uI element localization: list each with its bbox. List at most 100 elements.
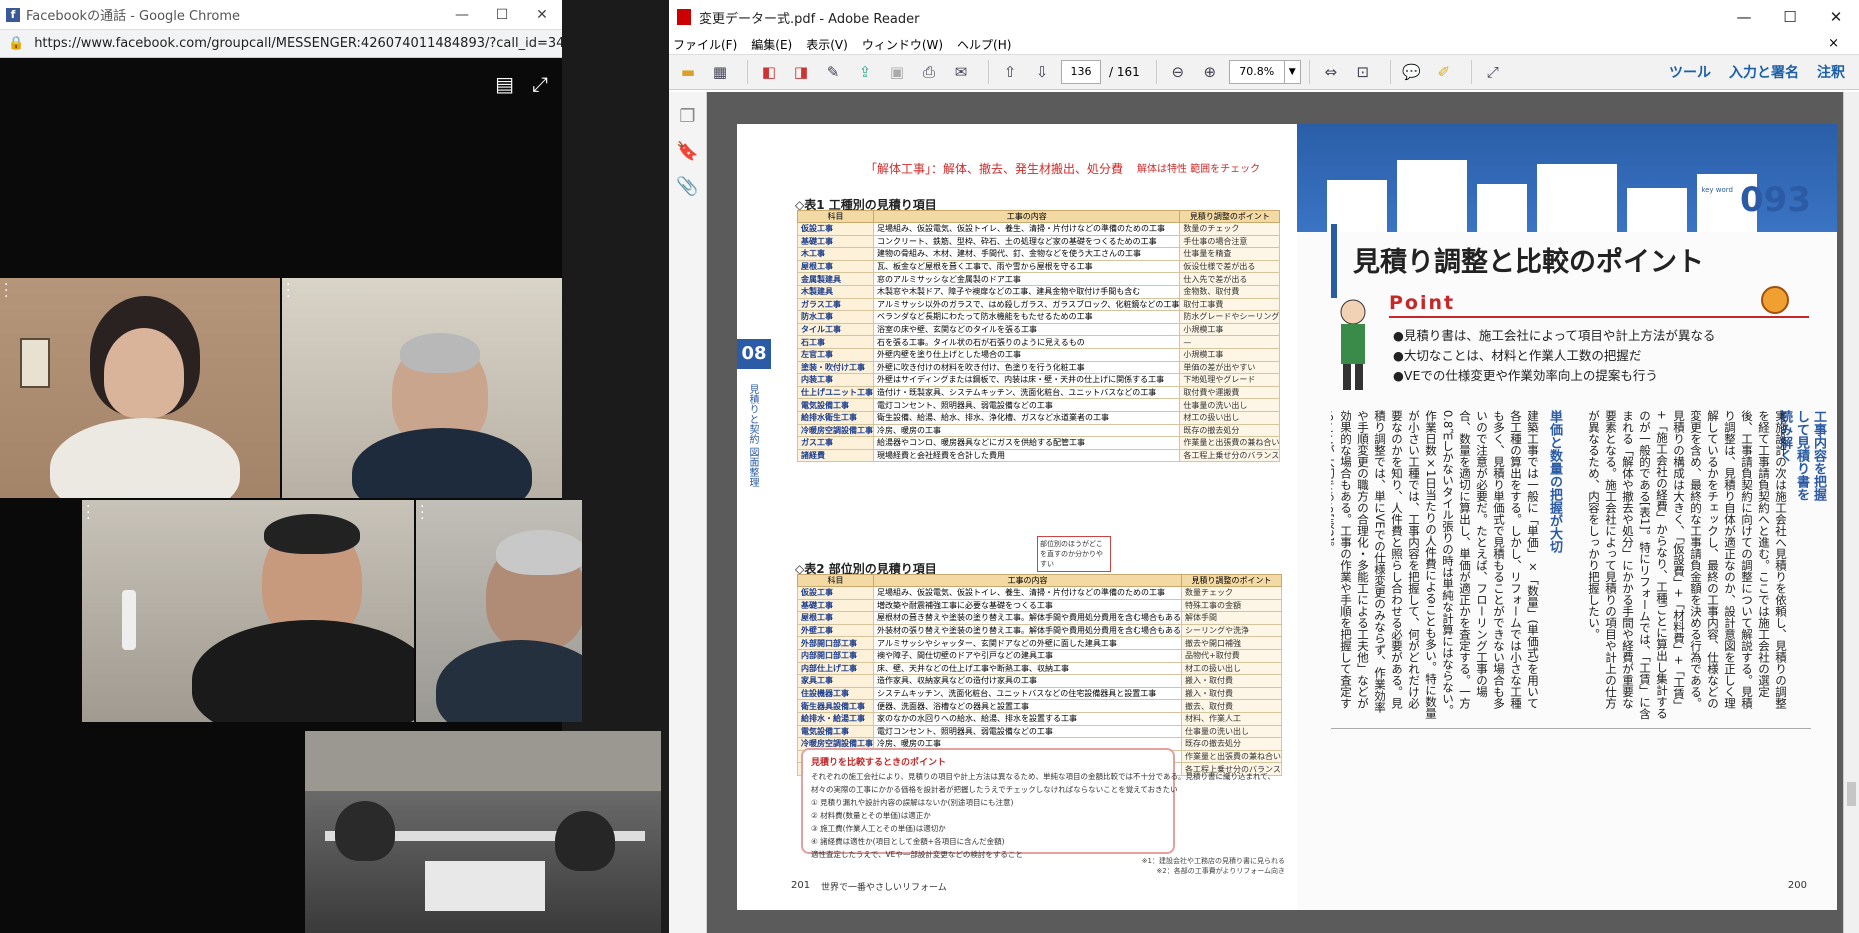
table-cell: 瓦、板金など屋根を葺く工事で、雨や雪から屋根を守る工事: [872, 259, 1181, 274]
video-tile-4[interactable]: · · ·: [416, 500, 582, 722]
reader-maximize-button[interactable]: ☐: [1767, 8, 1813, 26]
menu-edit[interactable]: 編集(E): [751, 36, 792, 53]
video-tile-1[interactable]: · · ·: [0, 278, 280, 498]
keyword-number: 093: [1740, 180, 1811, 220]
table-cell: 外壁はサイディングまたは鋼板で、内装は床・壁・天井の仕上げに関係する工事: [872, 373, 1181, 387]
more-options-icon[interactable]: · · ·: [86, 500, 90, 526]
save-icon[interactable]: ▣: [884, 59, 910, 85]
table-header: 見積り調整のポイント: [1181, 574, 1282, 587]
create-pdf-icon[interactable]: ◧: [756, 59, 782, 85]
maximize-button[interactable]: ☐: [482, 7, 522, 23]
table-cell: ガス工事: [797, 436, 874, 450]
scrollbar-thumb[interactable]: [1847, 782, 1856, 806]
bullet-item: ●VEでの仕様変更や作業効率向上の提案も行う: [1393, 368, 1658, 383]
table-cell: 浴室の床や壁、玄関などのタイルを張る工事: [872, 322, 1181, 337]
table-cell: 防水工事: [797, 310, 874, 324]
expand-icon[interactable]: ⤢: [1480, 59, 1506, 85]
print-icon[interactable]: ⎙: [916, 59, 942, 85]
table-cell: 小規模工事: [1179, 322, 1281, 337]
more-options-icon[interactable]: · · ·: [4, 278, 8, 304]
table-cell: 建物の骨組み、木材、建材、手間代、釘、金物などを使う大工さんの工事: [872, 247, 1181, 261]
url-text[interactable]: https://www.facebook.com/groupcall/MESSE…: [34, 36, 562, 51]
table-row: タイル工事 浴室の床や壁、玄関などのタイルを張る工事 小規模工事: [797, 322, 1281, 337]
table-cell: 特殊工事の金額: [1181, 598, 1282, 613]
more-options-icon[interactable]: · · ·: [420, 500, 424, 526]
menu-help[interactable]: ヘルプ(H): [957, 36, 1011, 53]
page-number-input[interactable]: 136: [1061, 60, 1101, 84]
read-mode-icon[interactable]: ▦: [707, 59, 733, 85]
table-row: 仕上げユニット工事 造付け・既製家具、システムキッチン、洗面化粧台、ユニットバスな…: [797, 385, 1281, 400]
table-cell: 内部仕上げ工事: [797, 661, 874, 676]
close-button[interactable]: ✕: [522, 7, 562, 23]
table-cell: アルミサッシやシャッター、玄関ドアなどの外壁に面した建具工事: [873, 636, 1182, 650]
upload-icon[interactable]: ⇪: [852, 59, 878, 85]
menu-view[interactable]: 表示(V): [806, 36, 848, 53]
table-cell: 床、壁、天井などの仕上げ工事や断熱工事、収納工事: [873, 661, 1182, 676]
zoom-input[interactable]: 70.8%: [1228, 60, 1285, 84]
comparison-line: ④ 諸経費は適性か(項目として金額+各項目に含んだ金額): [811, 837, 1005, 846]
highlight-icon[interactable]: ✐: [1431, 59, 1457, 85]
table-row: 衛生器具設備工事 便器、洗面器、浴槽などの器具と設置工事 撤去、取付費: [797, 699, 1282, 713]
table-row: 内装工事 外壁はサイディングまたは鋼板で、内装は床・壁・天井の仕上げに関係する工事…: [797, 373, 1281, 387]
table-row: 屋根工事 屋根材の葺き替えや塗装の塗り替え工事。解体手間や費用処分費用を含む場合も…: [797, 611, 1282, 625]
fill-sign-link[interactable]: 入力と署名: [1729, 62, 1799, 82]
vertical-scrollbar[interactable]: [1843, 92, 1859, 933]
fit-page-icon[interactable]: ⊡: [1350, 59, 1376, 85]
comment-icon[interactable]: 💬: [1399, 59, 1425, 85]
layout-icon[interactable]: ▤: [495, 72, 514, 96]
table-cell: タイル工事: [797, 322, 874, 337]
minimize-button[interactable]: —: [442, 7, 482, 23]
table-row: 外壁工事 外装材の張り替えや塗装の塗り替え工事。解体手間や費用処分費用を含む場合も…: [797, 623, 1282, 638]
reader-close-button[interactable]: ✕: [1813, 8, 1859, 26]
email-icon[interactable]: ✉: [948, 59, 974, 85]
zoom-out-icon[interactable]: ⊖: [1165, 59, 1191, 85]
address-bar[interactable]: 🔒 https://www.facebook.com/groupcall/MES…: [0, 30, 562, 58]
tools-link[interactable]: ツール: [1669, 62, 1711, 82]
table-cell: 給湯器やコンロ、暖房器具などにガスを供給する配管工事: [872, 436, 1181, 450]
fit-width-icon[interactable]: ⇔: [1318, 59, 1344, 85]
table-row: 塗装・吹付け工事 外壁に吹き付けの材料を吹き付け、色塗りを行う化粧工事 単価の差が出…: [797, 360, 1281, 375]
zoom-in-icon[interactable]: ⊕: [1197, 59, 1223, 85]
table-cell: 住設機器工事: [797, 686, 874, 701]
table-cell: 家のなかの水回りへの給水、給湯、排水を設置する工事: [873, 711, 1182, 726]
table-cell: 既存の撤去処分: [1179, 423, 1281, 438]
table-row: 外部開口部工事 アルミサッシやシャッター、玄関ドアなどの外壁に面した建具工事 撤去や…: [797, 636, 1282, 650]
video-tile-3[interactable]: · · ·: [82, 500, 414, 722]
table-cell: 襖や障子、間仕切壁のドアや引戸などの建具工事: [873, 648, 1182, 663]
table-cell: 木製建具: [797, 284, 874, 299]
table-cell: 仮设仕様で差が出る: [1179, 259, 1281, 274]
menu-window[interactable]: ウィンドウ(W): [862, 36, 943, 53]
document-area: 「解体工事」：解体、撤去、発生材搬出、処分費 解体は特性 範囲をチェック 08 …: [707, 92, 1859, 933]
handwritten-callout: 部位別のほうがどこを直すのか分かりやすい: [1037, 536, 1111, 572]
export-pdf-icon[interactable]: ◨: [788, 59, 814, 85]
video-tile-5[interactable]: [305, 731, 661, 933]
footnotes: ※1：建設会社や工務店の見積り書に見られる ※2：各部の工事費がよりリフォーム向…: [1142, 856, 1285, 876]
more-options-icon[interactable]: · · ·: [286, 278, 290, 304]
table-cell: 内部開口部工事: [797, 648, 874, 663]
attachment-icon[interactable]: 📎: [669, 176, 706, 197]
bullet-item: ●大切なことは、材料と作業人工数の把握だ: [1393, 348, 1642, 363]
table-cell: 搬入・取付費: [1181, 674, 1282, 688]
reader-minimize-button[interactable]: —: [1721, 8, 1767, 26]
video-tile-2[interactable]: · · ·: [282, 278, 562, 498]
menu-file[interactable]: ファイル(F): [673, 36, 737, 53]
next-page-icon[interactable]: ⇩: [1029, 59, 1055, 85]
table-cell: 窓のアルミサッシなど金属製のドア工事: [872, 272, 1181, 286]
table-cell: 各工程上乗せ分のバランス: [1179, 448, 1281, 463]
comment-link[interactable]: 注釈: [1817, 62, 1845, 82]
fullscreen-icon[interactable]: ⤢: [532, 72, 548, 96]
pages-icon[interactable]: ❐: [669, 106, 706, 127]
bookmark-icon[interactable]: 🔖: [669, 141, 706, 162]
document-close-button[interactable]: ×: [1828, 36, 1839, 51]
page-total: / 161: [1109, 65, 1140, 79]
open-folder-icon[interactable]: ▬: [675, 59, 701, 85]
zoom-dropdown-icon[interactable]: ▼: [1284, 60, 1301, 84]
title-bar: [1331, 224, 1337, 298]
reader-titlebar: 変更データー式.pdf - Adobe Reader — ☐ ✕: [669, 0, 1859, 34]
table-row: 石工事 石を張る工事。タイル状の石が石張りのように見えるもの —: [797, 335, 1281, 349]
table-cell: 現場経費と会社経費を合計した費用: [872, 448, 1181, 463]
page-number: 201: [791, 880, 811, 891]
previous-page-icon[interactable]: ⇧: [997, 59, 1023, 85]
edit-pdf-icon[interactable]: ✎: [820, 59, 846, 85]
table-cell: 家具工事: [797, 674, 874, 688]
